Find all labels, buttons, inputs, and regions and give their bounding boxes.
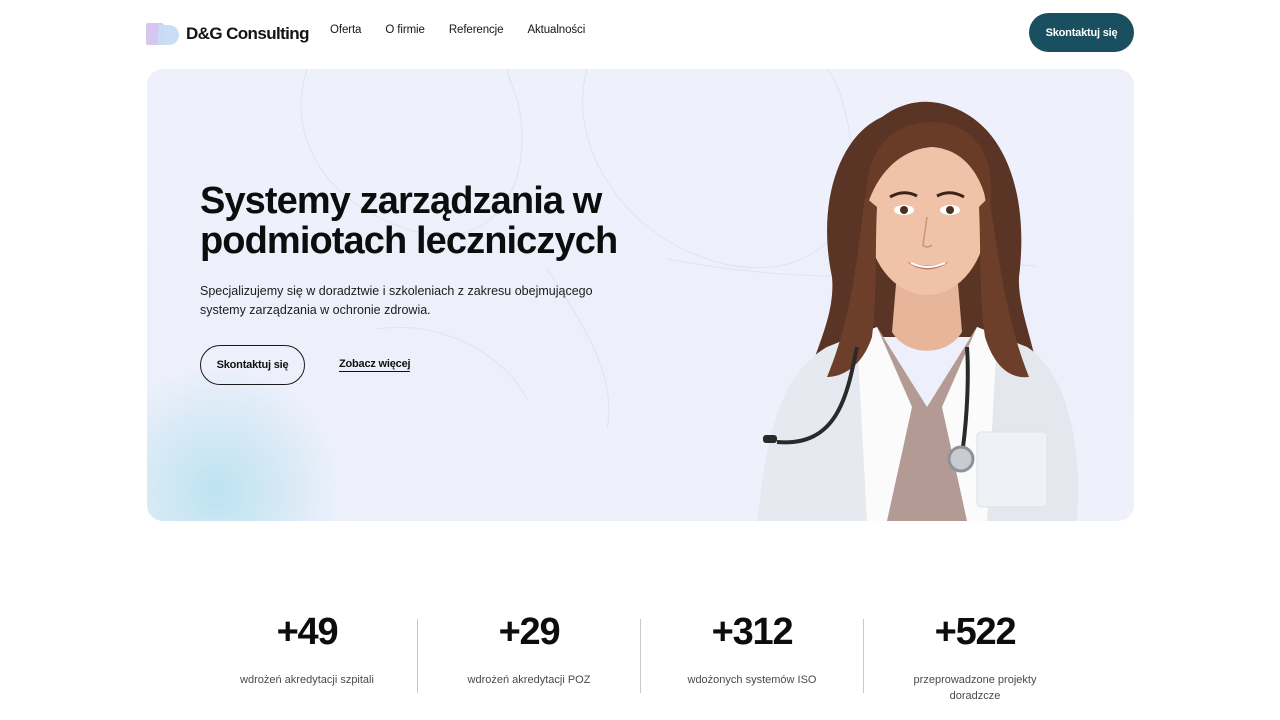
stat-item: +49 wdrożeń akredytacji szpitali [196, 610, 418, 694]
logo-mark-icon [146, 22, 180, 46]
hero-section: Systemy zarządzania w podmiotach lecznic… [147, 69, 1134, 521]
doctor-photo [757, 101, 1079, 521]
nav-item-o-firmie[interactable]: O firmie [385, 24, 425, 36]
nav-item-aktualnosci[interactable]: Aktualności [527, 24, 585, 36]
site-header: D&G Consulting Oferta O firmie Referencj… [0, 0, 1280, 66]
nav-item-referencje[interactable]: Referencje [449, 24, 504, 36]
stat-item: +312 wdożonych systemów ISO [641, 610, 863, 694]
stat-label: wdożonych systemów ISO [687, 674, 817, 686]
stat-value: +522 [934, 611, 1017, 653]
hero-title: Systemy zarządzania w podmiotach lecznic… [200, 180, 618, 262]
contact-button[interactable]: Skontaktuj się [1029, 13, 1134, 52]
stat-item: +29 wdrożeń akredytacji POZ [418, 610, 640, 694]
nav-item-oferta[interactable]: Oferta [330, 24, 361, 36]
logo-text: D&G Consulting [186, 24, 309, 43]
stat-item: +522 przeprowadzone projekty doradzcze [864, 610, 1086, 702]
stat-value: +312 [711, 611, 794, 653]
stats-section: +49 wdrożeń akredytacji szpitali +29 wdr… [196, 610, 1086, 702]
see-more-link[interactable]: Zobacz więcej [339, 358, 411, 372]
main-nav: Oferta O firmie Referencje Aktualności [330, 24, 585, 36]
logo[interactable]: D&G Consulting [146, 22, 309, 46]
stat-label: wdrożeń akredytacji POZ [467, 674, 591, 686]
hero-contact-button[interactable]: Skontaktuj się [200, 345, 305, 385]
stat-label: wdrożeń akredytacji szpitali [240, 674, 374, 686]
hero-description: Specjalizujemy się w doradztwie i szkole… [200, 284, 593, 317]
stat-label: przeprowadzone projekty doradzcze [913, 674, 1037, 702]
stat-value: +29 [498, 611, 561, 653]
stat-value: +49 [276, 611, 339, 653]
